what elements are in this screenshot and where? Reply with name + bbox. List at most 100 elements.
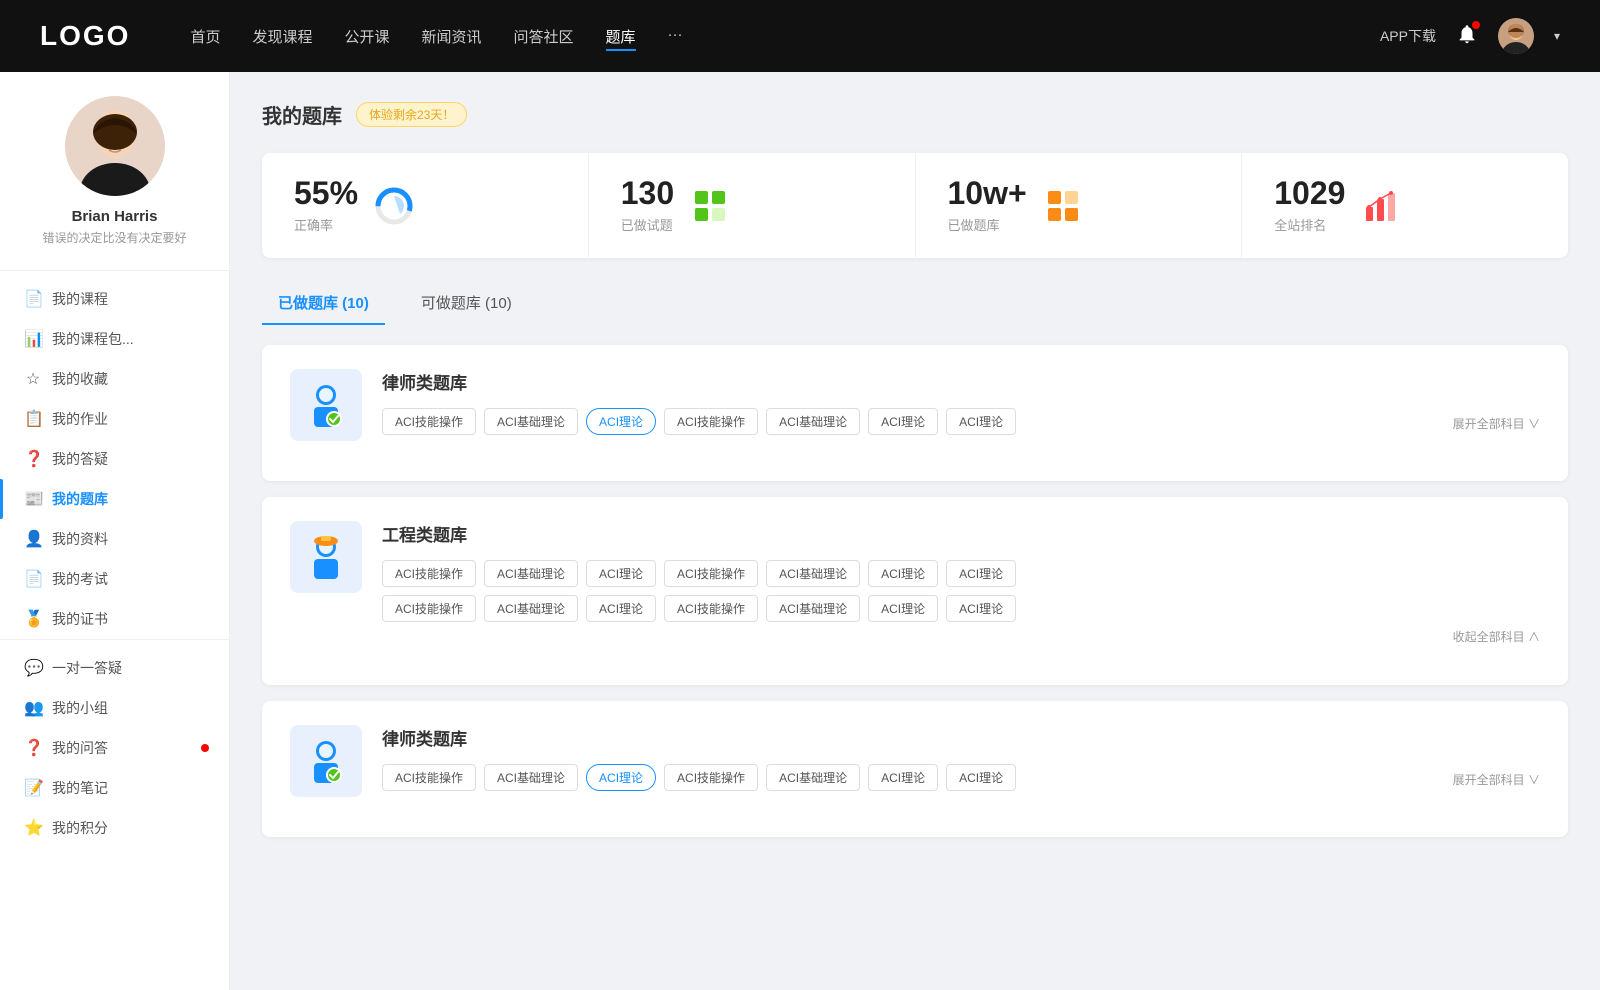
sidebar-item-label: 一对一答疑 [52, 658, 122, 678]
sidebar-item-points[interactable]: ⭐ 我的积分 [0, 808, 229, 848]
sidebar-item-label: 我的课程包... [52, 329, 134, 349]
tag[interactable]: ACI理论 [868, 560, 938, 587]
user-menu-arrow[interactable]: ▾ [1554, 29, 1560, 43]
nav-home[interactable]: 首页 [190, 22, 220, 51]
tag[interactable]: ACI理论 [946, 764, 1016, 791]
collapse-link-engineer[interactable]: 收起全部科目 ∧ [1453, 628, 1540, 645]
tab-done-banks[interactable]: 已做题库 (10) [262, 282, 385, 325]
tag-selected[interactable]: ACI理论 [586, 408, 656, 435]
tag[interactable]: ACI基础理论 [484, 595, 578, 622]
tag[interactable]: ACI理论 [868, 764, 938, 791]
qbank-icon-lawyer-1 [290, 369, 362, 441]
bar-chart-red-icon [1361, 186, 1401, 226]
sidebar-item-label: 我的课程 [52, 289, 108, 309]
sidebar-item-qa[interactable]: ❓ 我的答疑 [0, 439, 229, 479]
tag[interactable]: ACI理论 [586, 595, 656, 622]
tag[interactable]: ACI理论 [586, 560, 656, 587]
sidebar-divider [0, 270, 229, 271]
group-icon: 👥 [24, 698, 42, 718]
sidebar-item-questionbank[interactable]: 📰 我的题库 [0, 479, 229, 519]
sidebar-item-coursepackage[interactable]: 📊 我的课程包... [0, 319, 229, 359]
tag[interactable]: ACI技能操作 [664, 408, 758, 435]
user-avatar[interactable] [1498, 18, 1534, 54]
tag[interactable]: ACI技能操作 [664, 595, 758, 622]
sidebar-item-myqa[interactable]: ❓ 我的问答 [0, 728, 229, 768]
tag[interactable]: ACI技能操作 [382, 595, 476, 622]
tag[interactable]: ACI技能操作 [664, 560, 758, 587]
sidebar-item-label: 我的积分 [52, 818, 108, 838]
tag[interactable]: ACI理论 [868, 595, 938, 622]
tag[interactable]: ACI技能操作 [382, 560, 476, 587]
tag[interactable]: ACI基础理论 [766, 408, 860, 435]
tag-selected[interactable]: ACI理论 [586, 764, 656, 791]
sidebar-item-certificate[interactable]: 🏅 我的证书 [0, 599, 229, 639]
expand-link-lawyer-2[interactable]: 展开全部科目 ∨ [1453, 767, 1540, 788]
sidebar-item-favorites[interactable]: ☆ 我的收藏 [0, 359, 229, 399]
myqa-icon: ❓ [24, 738, 42, 758]
stat-done-banks: 10w+ 已做题库 [916, 153, 1243, 258]
tag[interactable]: ACI理论 [946, 560, 1016, 587]
homework-icon: 📋 [24, 409, 42, 429]
tabs-row: 已做题库 (10) 可做题库 (10) [262, 282, 1568, 325]
sidebar: Brian Harris 错误的决定比没有决定要好 📄 我的课程 📊 我的课程包… [0, 72, 230, 990]
sidebar-item-label: 我的问答 [52, 738, 108, 758]
tag[interactable]: ACI基础理论 [766, 595, 860, 622]
tag[interactable]: ACI基础理论 [484, 408, 578, 435]
expand-link-lawyer-1[interactable]: 展开全部科目 ∨ [1453, 411, 1540, 432]
notification-bell[interactable] [1456, 23, 1478, 50]
coursepackage-icon: 📊 [24, 329, 42, 349]
sidebar-item-profile[interactable]: 👤 我的资料 [0, 519, 229, 559]
sidebar-item-label: 我的证书 [52, 609, 108, 629]
qbank-card-engineer: 工程类题库 ACI技能操作 ACI基础理论 ACI理论 ACI技能操作 ACI基… [262, 497, 1568, 685]
star-icon: ☆ [24, 369, 42, 389]
nav-questionbank[interactable]: 题库 [606, 22, 636, 51]
nav-discover[interactable]: 发现课程 [252, 22, 312, 51]
chat-icon: 💬 [24, 658, 42, 678]
sidebar-divider-2 [0, 639, 229, 640]
tags-row-lawyer-2: ACI技能操作 ACI基础理论 ACI理论 ACI技能操作 ACI基础理论 AC… [382, 764, 1540, 791]
sidebar-item-group[interactable]: 👥 我的小组 [0, 688, 229, 728]
tag[interactable]: ACI理论 [868, 408, 938, 435]
stat-global-rank: 1029 全站排名 [1242, 153, 1568, 258]
stat-done-banks-number: 10w+ [948, 177, 1027, 209]
main-content: 我的题库 体验剩余23天！ 55% 正确率 [230, 72, 1600, 990]
sidebar-item-exam[interactable]: 📄 我的考试 [0, 559, 229, 599]
tag[interactable]: ACI技能操作 [382, 408, 476, 435]
app-download-button[interactable]: APP下载 [1380, 26, 1436, 46]
myqa-dot [201, 744, 209, 752]
sidebar-item-notes[interactable]: 📝 我的笔记 [0, 768, 229, 808]
grid-green-icon [690, 186, 730, 226]
stat-done-questions-number: 130 [621, 177, 674, 209]
logo: LOGO [40, 20, 130, 52]
sidebar-item-label: 我的收藏 [52, 369, 108, 389]
qbank-card-lawyer-2: 律师类题库 ACI技能操作 ACI基础理论 ACI理论 ACI技能操作 ACI基… [262, 701, 1568, 837]
tag[interactable]: ACI基础理论 [766, 764, 860, 791]
tag[interactable]: ACI基础理论 [484, 560, 578, 587]
nav-news[interactable]: 新闻资讯 [422, 22, 482, 51]
sidebar-item-1on1[interactable]: 💬 一对一答疑 [0, 648, 229, 688]
tags-row-engineer-2: ACI技能操作 ACI基础理论 ACI理论 ACI技能操作 ACI基础理论 AC… [382, 595, 1540, 622]
avatar [65, 96, 165, 196]
tag[interactable]: ACI技能操作 [664, 764, 758, 791]
sidebar-item-mycourse[interactable]: 📄 我的课程 [0, 279, 229, 319]
tag[interactable]: ACI技能操作 [382, 764, 476, 791]
nav-opencourse[interactable]: 公开课 [344, 22, 389, 51]
stat-done-questions-label: 已做试题 [621, 215, 674, 234]
profile-name: Brian Harris [20, 208, 209, 225]
nav-qa[interactable]: 问答社区 [514, 22, 574, 51]
sidebar-item-label: 我的题库 [52, 489, 108, 509]
grid-orange-icon [1043, 186, 1083, 226]
tag[interactable]: ACI基础理论 [766, 560, 860, 587]
sidebar-item-homework[interactable]: 📋 我的作业 [0, 399, 229, 439]
tag[interactable]: ACI理论 [946, 595, 1016, 622]
trial-badge: 体验剩余23天！ [356, 102, 467, 127]
tab-available-banks[interactable]: 可做题库 (10) [405, 282, 528, 325]
tag[interactable]: ACI理论 [946, 408, 1016, 435]
sidebar-item-label: 我的考试 [52, 569, 108, 589]
sidebar-item-label: 我的笔记 [52, 778, 108, 798]
qa-icon: ❓ [24, 449, 42, 469]
tag[interactable]: ACI基础理论 [484, 764, 578, 791]
sidebar-item-label: 我的小组 [52, 698, 108, 718]
nav-more[interactable]: ··· [668, 22, 683, 51]
stats-row: 55% 正确率 130 已做试题 [262, 153, 1568, 258]
